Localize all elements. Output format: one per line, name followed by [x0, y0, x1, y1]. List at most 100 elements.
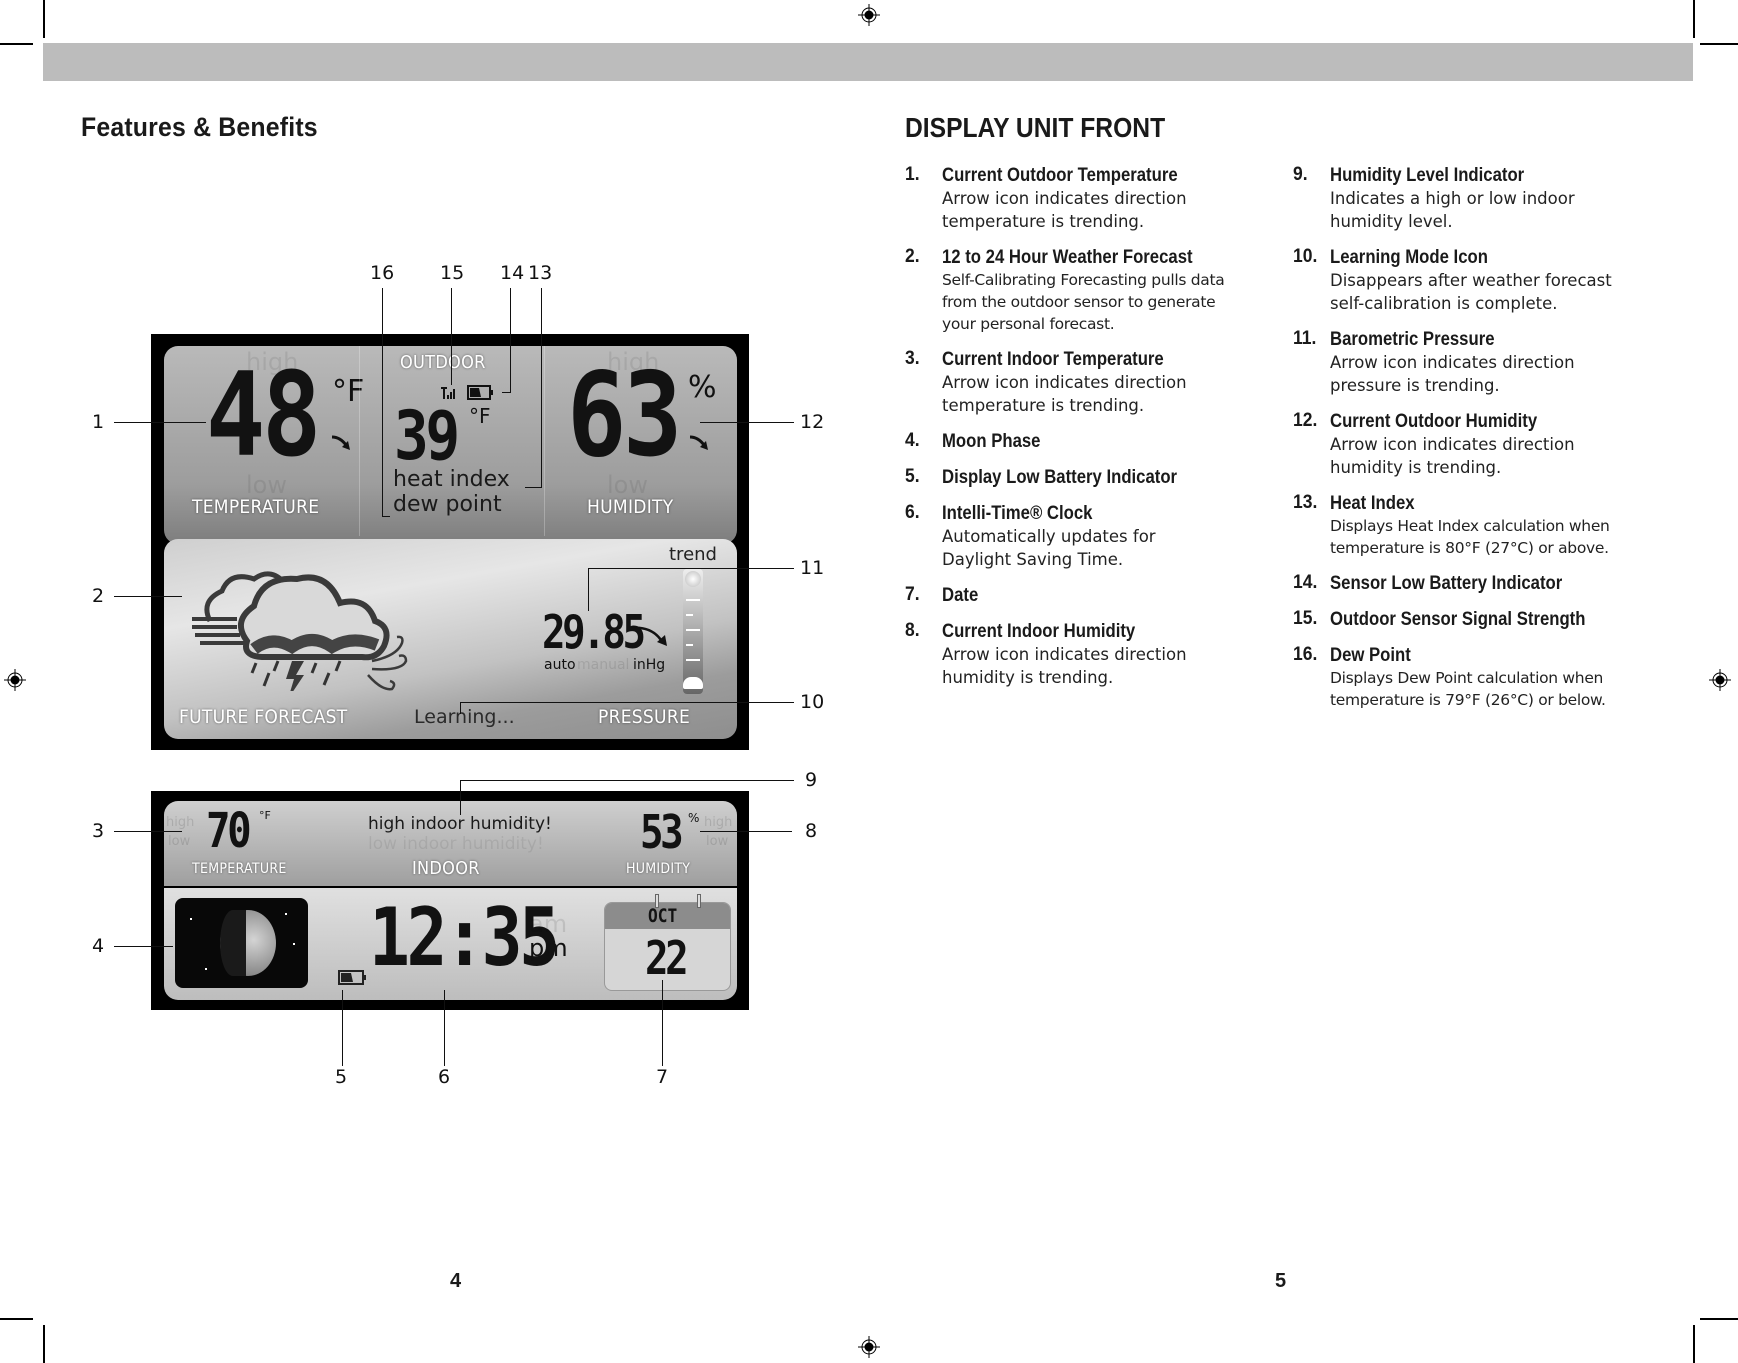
feature-title: Sensor Low Battery Indicator — [1330, 573, 1563, 594]
date-calendar: OCT 22 — [604, 902, 731, 991]
crop-mark — [1700, 43, 1738, 45]
callout-number: 3 — [92, 820, 105, 842]
feature-title: Learning Mode Icon — [1330, 247, 1488, 268]
learning-mode-text: Learning... — [414, 706, 515, 728]
humidity-level-ghost: low indoor humidity! — [368, 834, 544, 854]
feature-list-item: 12. Current Outdoor Humidity Arrow icon in… — [1293, 410, 1693, 479]
callout-number: 10 — [800, 691, 825, 713]
indoor-display: high low 70 °F TEMPERATURE high indoor h… — [151, 791, 749, 1010]
feature-list-item: 4. Moon Phase — [905, 430, 1285, 453]
callout-line-14b — [502, 392, 511, 393]
display-low-battery-icon — [338, 970, 366, 985]
feature-title: Heat Index — [1330, 493, 1415, 514]
callout-line-1 — [114, 422, 206, 423]
callout-number: 11 — [800, 557, 825, 579]
feature-title: Dew Point — [1330, 645, 1411, 666]
callout-number: 1 — [92, 411, 105, 433]
feature-list-item: 16. Dew Point Displays Dew Point calculati… — [1293, 644, 1693, 711]
feature-number: 10. — [1293, 246, 1318, 267]
feature-list-item: 13. Heat Index Displays Heat Index calcula… — [1293, 492, 1693, 559]
feature-description: Indicates a high or low indoor humidity … — [1330, 189, 1575, 231]
crop-mark — [1693, 1325, 1695, 1363]
page-title-features: Features & Benefits — [81, 112, 318, 142]
callout-line-3 — [114, 831, 182, 832]
pressure-unit: inHg — [633, 657, 666, 673]
crop-mark — [43, 0, 45, 38]
pressure-mode-manual-ghost: manual — [577, 657, 630, 673]
callout-number: 5 — [335, 1066, 348, 1088]
feature-number: 8. — [905, 620, 920, 641]
humidity-level-indicator: high indoor humidity! — [368, 814, 552, 834]
indoor-humidity-low-ghost: low — [706, 834, 729, 849]
feature-description: Arrow icon indicates direction humidity … — [1330, 435, 1575, 477]
feature-number: 13. — [1293, 492, 1318, 513]
feature-number: 6. — [905, 502, 920, 523]
indoor-section-label: INDOOR — [412, 858, 480, 879]
indoor-temperature-value: 70 — [206, 803, 252, 859]
feature-description: Arrow icon indicates direction pressure … — [1330, 353, 1575, 395]
pressure-trend-label: trend — [669, 544, 717, 565]
feature-title: Date — [942, 585, 979, 606]
feature-number: 14. — [1293, 572, 1318, 593]
page-number-right: 5 — [1275, 1270, 1287, 1292]
rain-cloud-icon — [683, 677, 703, 689]
feature-title: Display Low Battery Indicator — [942, 467, 1178, 488]
feature-title: Current Outdoor Humidity — [1330, 411, 1538, 432]
feature-list-item: 14. Sensor Low Battery Indicator — [1293, 572, 1693, 595]
sensor-low-battery-icon — [467, 385, 493, 400]
callout-line-13b — [525, 487, 542, 488]
callout-line-9b — [460, 780, 461, 815]
feature-title: Current Indoor Temperature — [942, 349, 1164, 370]
feature-list-item: 10. Learning Mode Icon Disappears after we… — [1293, 246, 1693, 315]
feature-description: Arrow icon indicates direction temperatu… — [942, 189, 1187, 231]
indoor-temperature-label: TEMPERATURE — [192, 861, 287, 877]
feature-number: 2. — [905, 246, 920, 267]
feature-number: 5. — [905, 466, 920, 487]
callout-line-16b — [382, 516, 390, 517]
feature-description: Disappears after weather forecast self-c… — [1330, 271, 1612, 313]
feature-number: 1. — [905, 164, 920, 185]
feature-title: Moon Phase — [942, 431, 1041, 452]
feature-list-item: 3. Current Indoor Temperature Arrow icon i… — [905, 348, 1285, 417]
outdoor-humidity-label: HUMIDITY — [587, 496, 674, 518]
outdoor-humidity-unit: % — [688, 370, 717, 405]
crop-mark — [43, 1325, 45, 1363]
feature-number: 4. — [905, 430, 920, 451]
callout-number: 2 — [92, 585, 105, 607]
feature-number: 9. — [1293, 164, 1308, 185]
feature-list-item: 9. Humidity Level Indicator Indicates a hi… — [1293, 164, 1693, 233]
thunderstorm-wind-cloud-icon — [192, 571, 408, 691]
callout-line-8 — [700, 831, 792, 832]
outdoor-humidity-value: 63 — [567, 348, 682, 483]
forecast-pressure-panel: trend 29.85 auto manual inHg FUTURE FORE… — [164, 539, 737, 739]
feature-list-item: 15. Outdoor Sensor Signal Strength — [1293, 608, 1693, 631]
crop-mark — [0, 1318, 33, 1320]
feature-number: 7. — [905, 584, 920, 605]
page-number-left: 4 — [450, 1270, 462, 1292]
callout-line-14 — [510, 288, 511, 392]
pressure-value: 29.85 — [542, 605, 646, 659]
feature-list-column-1: 1. Current Outdoor Temperature Arrow icon … — [905, 164, 1285, 702]
callout-number: 12 — [800, 411, 825, 433]
callout-number: 6 — [438, 1066, 451, 1088]
callout-line-11 — [588, 568, 794, 569]
heat-dew-unit: °F — [469, 404, 491, 428]
indoor-humidity-value: 53 — [640, 805, 684, 859]
pressure-trend-arrow-icon — [630, 626, 667, 646]
page-title-display-unit-front: DISPLAY UNIT FRONT — [905, 112, 1166, 143]
feature-list-item: 5. Display Low Battery Indicator — [905, 466, 1285, 489]
feature-description: Displays Dew Point calculation when temp… — [1330, 669, 1606, 709]
feature-title: Humidity Level Indicator — [1330, 165, 1525, 186]
crop-mark — [1700, 1318, 1738, 1320]
crop-mark — [0, 43, 33, 45]
feature-description: Automatically updates for Daylight Savin… — [942, 527, 1156, 569]
feature-description: Arrow icon indicates direction humidity … — [942, 645, 1187, 687]
feature-list-item: 1. Current Outdoor Temperature Arrow icon … — [905, 164, 1285, 233]
callout-line-2 — [114, 596, 182, 597]
outdoor-display: high low 48 °F TEMPERATURE OUTDOOR 39 °F… — [151, 334, 749, 750]
callout-line-15 — [451, 288, 452, 385]
header-band — [43, 43, 1693, 81]
feature-list-item: 8. Current Indoor Humidity Arrow icon indi… — [905, 620, 1285, 689]
registration-mark-icon — [858, 1336, 880, 1358]
clock-meridiem: pm — [529, 934, 568, 962]
